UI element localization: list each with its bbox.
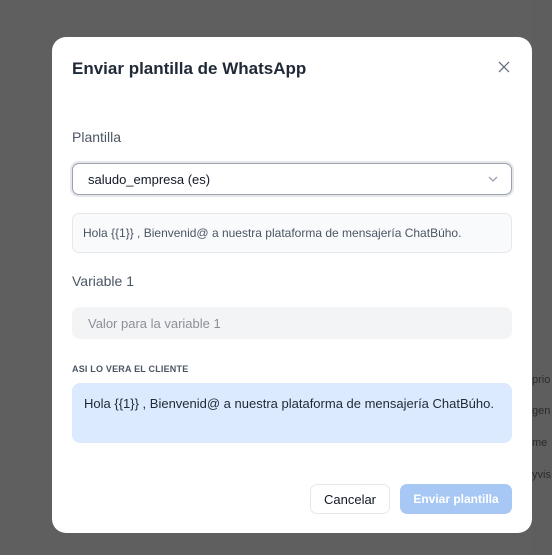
send-template-modal: Enviar plantilla de WhatsApp Plantilla s…	[52, 37, 532, 533]
close-icon[interactable]	[496, 59, 512, 75]
underlying-text-fragment: prio	[532, 374, 551, 386]
template-label: Plantilla	[72, 129, 122, 145]
chevron-down-icon	[488, 176, 498, 182]
underlying-text-fragment: gen	[532, 405, 551, 417]
underlying-text-fragment: yvis	[532, 469, 551, 481]
modal-title: Enviar plantilla de WhatsApp	[72, 59, 307, 78]
client-preview-heading: ASI LO VERA EL CLIENTE	[72, 364, 189, 374]
variable-1-input[interactable]	[72, 307, 512, 339]
send-template-button[interactable]: Enviar plantilla	[400, 484, 512, 514]
underlying-text-fragment: me	[532, 437, 548, 449]
template-selected-value: saludo_empresa (es)	[88, 171, 211, 187]
template-preview: Hola {{1}} , Bienvenid@ a nuestra plataf…	[72, 213, 512, 253]
template-select[interactable]: saludo_empresa (es)	[72, 163, 512, 195]
variable-1-label: Variable 1	[72, 273, 135, 289]
cancel-button[interactable]: Cancelar	[310, 484, 390, 514]
client-preview-bubble: Hola {{1}} , Bienvenid@ a nuestra plataf…	[72, 383, 512, 443]
